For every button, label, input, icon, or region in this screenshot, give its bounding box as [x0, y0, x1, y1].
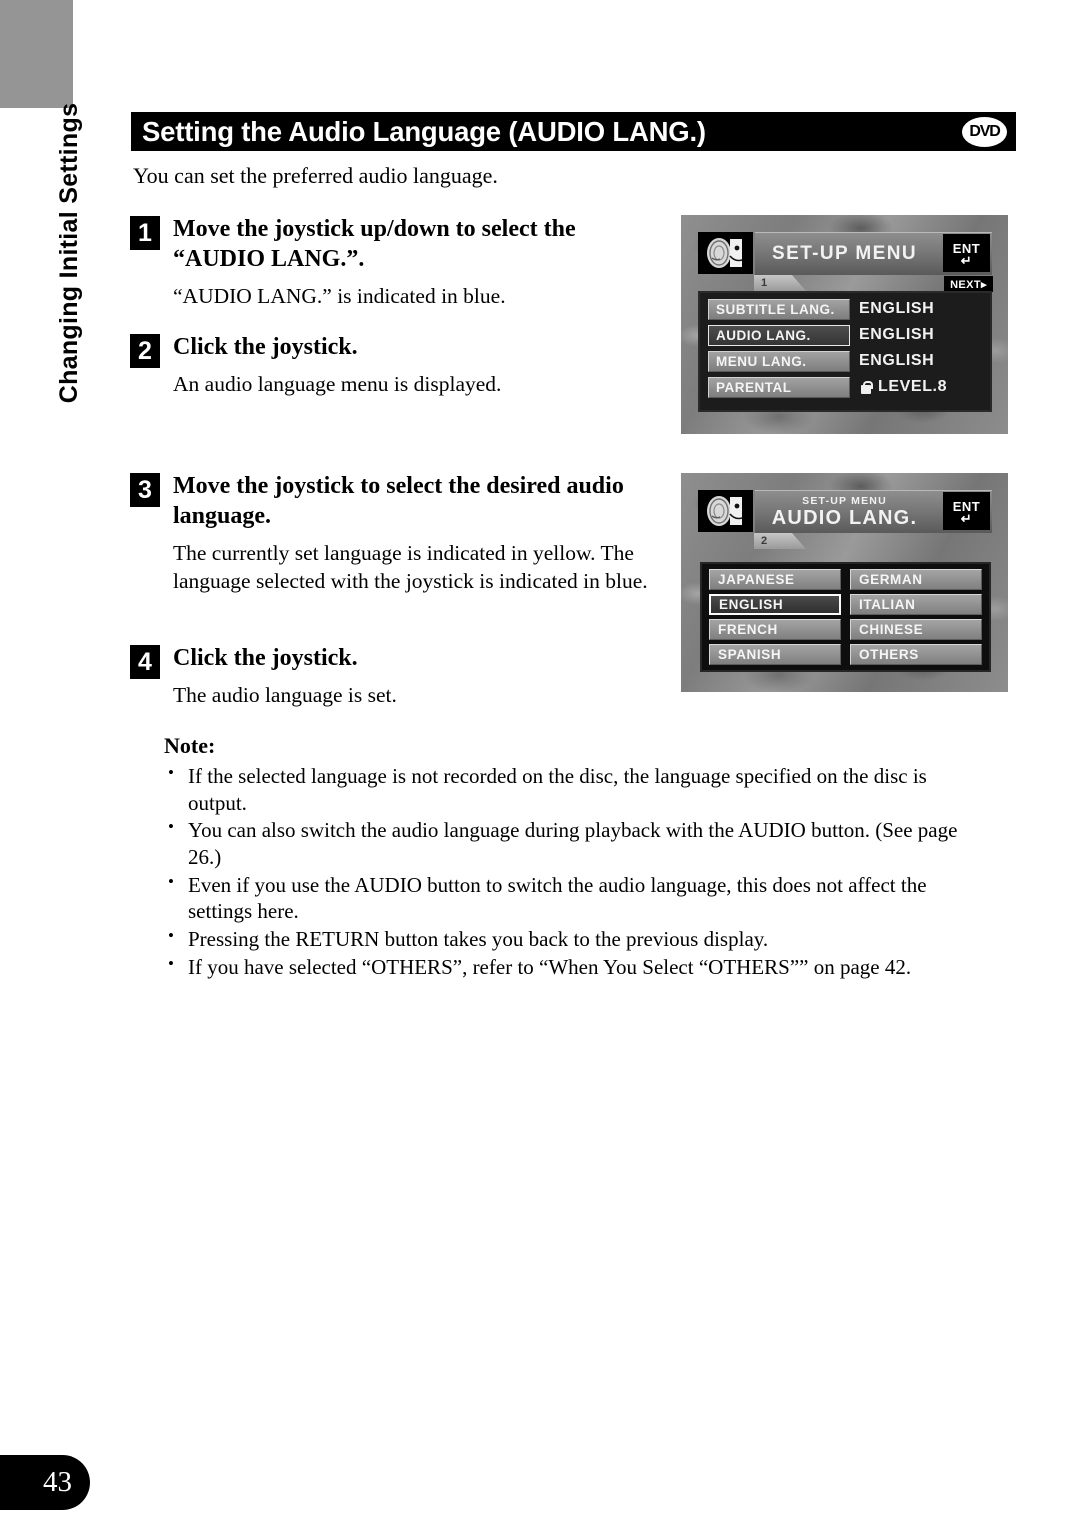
option-label-subtitle-lang[interactable]: SUBTITLE LANG.	[708, 298, 850, 320]
note-block: Note: If the selected language is not re…	[164, 733, 959, 980]
page-number: 43	[43, 1466, 72, 1498]
step-1-number: 1	[130, 216, 160, 250]
audio-lang-breadcrumb: SET-UP MENU	[802, 495, 887, 508]
step-3: 3 Move the joystick to select the desire…	[130, 471, 713, 596]
ent-button[interactable]: ENT ↵	[943, 234, 990, 272]
step-2: 2 Click the joystick. An audio language …	[130, 332, 501, 399]
step-2-description: An audio language menu is displayed.	[173, 372, 502, 397]
language-option-english[interactable]: ENGLISH	[709, 594, 841, 615]
step-4-title: Click the joystick.	[173, 645, 358, 671]
step-1-title: Move the joystick up/down to select the …	[173, 216, 576, 273]
option-value-menu-lang: ENGLISH	[859, 352, 935, 369]
table-row[interactable]: MENU LANG. ENGLISH	[708, 350, 982, 372]
audio-lang-screenshot: SET-UP MENU AUDIO LANG. ENT ↵ 2 JAPANESE…	[681, 473, 1008, 692]
step-3-title: Move the joystick to select the desired …	[173, 473, 624, 530]
language-option-german[interactable]: GERMAN	[850, 569, 982, 590]
language-option-italian[interactable]: ITALIAN	[850, 594, 982, 615]
setup-menu-options-panel: SUBTITLE LANG. ENGLISH AUDIO LANG. ENGLI…	[698, 291, 992, 412]
step-4-number: 4	[130, 645, 160, 679]
step-2-number: 2	[130, 334, 160, 368]
note-item: Pressing the RETURN button takes you bac…	[164, 925, 959, 953]
note-item: If you have selected “OTHERS”, refer to …	[164, 953, 959, 981]
option-value-parental-wrap: LEVEL.8	[859, 378, 947, 396]
page-indicator-tab: 2	[754, 533, 806, 549]
intro-text: You can set the preferred audio language…	[133, 163, 498, 188]
note-list: If the selected language is not recorded…	[164, 762, 959, 981]
step-3-number: 3	[130, 473, 160, 507]
chapter-side-tab: Changing Initial Settings	[49, 88, 89, 418]
chapter-side-tab-label: Changing Initial Settings	[54, 102, 83, 404]
audio-lang-titlebar: SET-UP MENU AUDIO LANG. ENT ↵ 2	[698, 490, 992, 549]
setup-menu-title: SET-UP MENU	[772, 243, 917, 264]
step-2-title: Click the joystick.	[173, 334, 358, 360]
audio-lang-options-grid: JAPANESE GERMAN ENGLISH ITALIAN FRENCH C…	[700, 562, 991, 672]
page-indicator-tab: 1	[754, 275, 806, 291]
option-label-menu-lang[interactable]: MENU LANG.	[708, 350, 850, 372]
step-4-description: The audio language is set.	[173, 683, 397, 708]
setup-menu-titlebar: SET-UP MENU ENT ↵ NEXT▸ 1	[698, 232, 993, 292]
enter-arrow-icon: ↵	[960, 253, 973, 268]
note-item: You can also switch the audio language d…	[164, 816, 959, 870]
language-option-french[interactable]: FRENCH	[709, 619, 841, 640]
audio-lang-title-plate: SET-UP MENU AUDIO LANG. ENT ↵ 2	[754, 490, 992, 549]
disc-face-icon	[698, 490, 753, 532]
option-label-audio-lang[interactable]: AUDIO LANG.	[708, 324, 850, 346]
dvd-badge-icon: DVD	[962, 116, 1007, 147]
option-value-subtitle-lang: ENGLISH	[859, 300, 935, 317]
table-row[interactable]: AUDIO LANG. ENGLISH	[708, 324, 982, 346]
option-label-parental[interactable]: PARENTAL	[708, 376, 850, 398]
language-option-spanish[interactable]: SPANISH	[709, 644, 841, 665]
option-value-audio-lang: ENGLISH	[859, 326, 935, 343]
next-button[interactable]: NEXT▸	[944, 276, 993, 292]
section-header-bar: Setting the Audio Language (AUDIO LANG.)…	[131, 112, 1016, 151]
step-1: 1 Move the joystick up/down to select th…	[130, 214, 673, 311]
audio-lang-title: AUDIO LANG.	[771, 506, 918, 529]
lock-icon	[859, 380, 873, 394]
audio-lang-title-group: SET-UP MENU AUDIO LANG.	[755, 491, 934, 533]
note-heading: Note:	[164, 733, 216, 758]
dvd-badge-label: DVD	[969, 122, 1000, 140]
table-row[interactable]: SUBTITLE LANG. ENGLISH	[708, 298, 982, 320]
language-option-others[interactable]: OTHERS	[850, 644, 982, 665]
ent-button[interactable]: ENT ↵	[943, 492, 990, 530]
page-number-tab: 43	[0, 1455, 90, 1510]
setup-menu-title-plate: SET-UP MENU ENT ↵ NEXT▸ 1	[754, 232, 993, 292]
note-item: Even if you use the AUDIO button to swit…	[164, 871, 959, 925]
step-3-description: The currently set language is indicated …	[173, 541, 648, 594]
option-value-parental: LEVEL.8	[878, 378, 948, 395]
enter-arrow-icon: ↵	[960, 511, 973, 526]
note-item: If the selected language is not recorded…	[164, 762, 959, 816]
step-1-description: “AUDIO LANG.” is indicated in blue.	[173, 284, 506, 309]
page-title: Setting the Audio Language (AUDIO LANG.)	[142, 115, 706, 147]
setup-menu-screenshot: SET-UP MENU ENT ↵ NEXT▸ 1 SUBTITLE LANG.…	[681, 215, 1008, 434]
disc-face-icon	[698, 232, 753, 274]
step-4: 4 Click the joystick. The audio language…	[130, 643, 397, 710]
language-option-japanese[interactable]: JAPANESE	[709, 569, 841, 590]
language-option-chinese[interactable]: CHINESE	[850, 619, 982, 640]
table-row[interactable]: PARENTAL LEVEL.8	[708, 376, 982, 398]
